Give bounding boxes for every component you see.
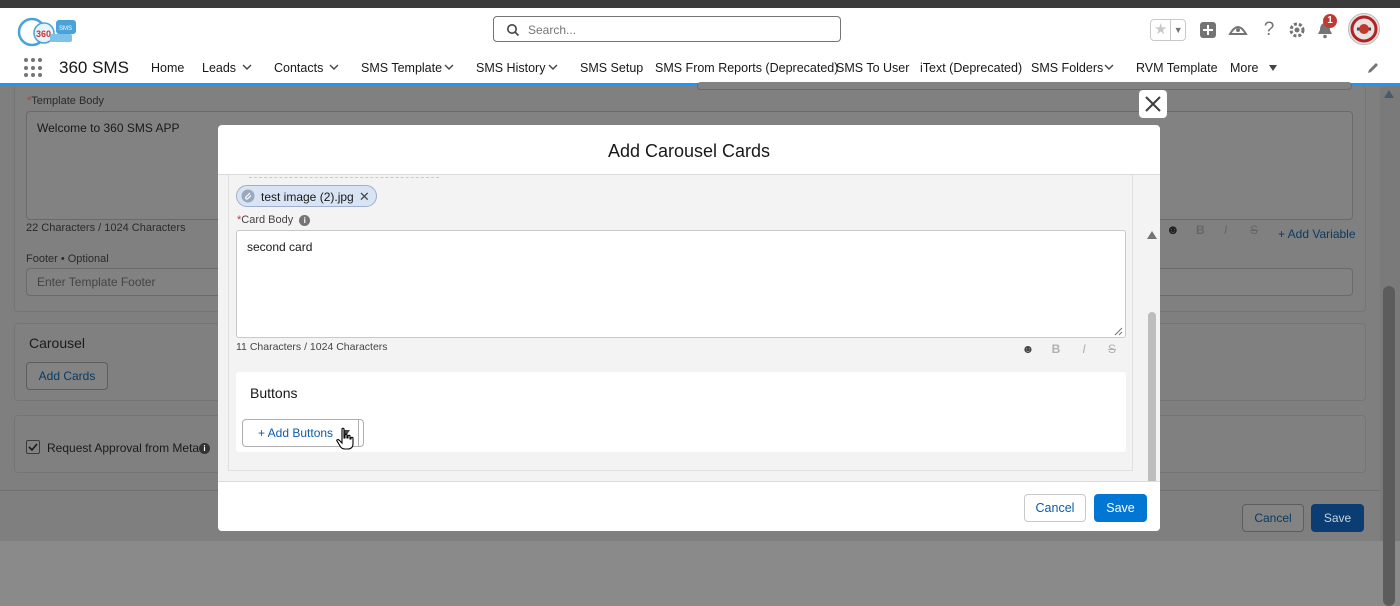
carousel-title: Carousel	[29, 335, 86, 351]
nav-item-more[interactable]: More	[1230, 61, 1258, 75]
nav-item-sms-to-user[interactable]: SMS To User	[836, 61, 909, 75]
modal-title: Add Carousel Cards	[607, 141, 771, 161]
request-approval-checkbox[interactable]	[26, 440, 40, 454]
svg-text:360: 360	[36, 29, 51, 39]
template-body-label: *Template Body	[27, 95, 105, 107]
nav-item-home[interactable]: Home	[151, 61, 184, 75]
footer-label: Footer • Optional	[26, 253, 109, 265]
top-field-edge	[697, 82, 1352, 90]
nav-item-sms-from-reports[interactable]: SMS From Reports (Deprecated)	[655, 61, 838, 75]
modal-save-button[interactable]: Save	[1094, 494, 1147, 522]
request-approval-label: Request Approval from Meta	[47, 441, 200, 455]
template-body-value: Welcome to 360 SMS APP	[37, 121, 180, 135]
trailhead-icon[interactable]	[1227, 19, 1249, 41]
italic-icon[interactable]: I	[1077, 342, 1091, 356]
gear-icon[interactable]	[1286, 19, 1308, 41]
card-body-label: *Card Body i	[237, 214, 311, 226]
paperclip-icon	[241, 189, 255, 203]
notification-badge: 1	[1323, 14, 1337, 28]
add-carousel-cards-modal: Add Carousel Cards test image (2).jpg ✕ …	[218, 125, 1160, 531]
page-scrollbar[interactable]	[1380, 86, 1400, 606]
chevron-down-icon[interactable]	[548, 62, 558, 72]
template-body-counter: 22 Characters / 1024 Characters	[26, 222, 186, 234]
checkmark-icon	[28, 443, 38, 452]
caret-down-icon[interactable]	[1268, 63, 1278, 73]
app-launcher-icon[interactable]	[24, 58, 44, 78]
window-top-strip	[0, 0, 1400, 8]
avatar[interactable]	[1348, 13, 1380, 45]
chevron-down-icon[interactable]	[242, 62, 252, 72]
nav-item-sms-template[interactable]: SMS Template	[361, 61, 442, 75]
nav-item-sms-setup[interactable]: SMS Setup	[580, 61, 643, 75]
remove-attachment-icon[interactable]: ✕	[359, 186, 370, 208]
info-icon: i	[299, 214, 311, 226]
strikethrough-icon[interactable]: S	[1250, 223, 1258, 237]
scroll-up-icon[interactable]	[1147, 231, 1157, 239]
add-icon[interactable]	[1197, 19, 1219, 41]
global-search[interactable]	[493, 16, 841, 42]
global-header: 360 SMS ★ ▼ ? 1	[0, 8, 1400, 52]
emoji-icon[interactable]: ☻	[1166, 222, 1180, 237]
nav-item-itext[interactable]: iText (Deprecated)	[920, 61, 1022, 75]
footer-placeholder: Enter Template Footer	[37, 275, 156, 289]
emoji-icon[interactable]: ☻	[1021, 342, 1035, 356]
info-icon: i	[199, 441, 210, 455]
nav-item-contacts[interactable]: Contacts	[274, 61, 323, 75]
search-input[interactable]	[526, 19, 830, 41]
page-scrollbar-thumb[interactable]	[1383, 286, 1395, 606]
navigation-bar: 360 SMS Home Leads Contacts SMS Template…	[0, 52, 1400, 86]
app-name: 360 SMS	[59, 58, 129, 77]
strikethrough-icon[interactable]: S	[1105, 342, 1119, 356]
add-cards-button[interactable]: Add Cards	[26, 362, 108, 390]
edit-nav-icon[interactable]	[1366, 61, 1380, 75]
page-cancel-button[interactable]: Cancel	[1242, 504, 1304, 532]
nav-item-rvm-template[interactable]: RVM Template	[1136, 61, 1218, 75]
attachment-pill[interactable]: test image (2).jpg ✕	[236, 185, 377, 207]
favorites-button[interactable]: ★ ▼	[1150, 19, 1186, 41]
chevron-down-icon[interactable]	[1104, 62, 1114, 72]
page-save-button[interactable]: Save	[1311, 504, 1364, 532]
svg-text:SMS: SMS	[59, 26, 72, 32]
italic-icon[interactable]: I	[1224, 223, 1227, 237]
nav-item-sms-folders[interactable]: SMS Folders	[1031, 61, 1103, 75]
hand-cursor-icon	[336, 427, 354, 450]
app-logo: 360 SMS	[17, 17, 76, 47]
buttons-section-title: Buttons	[250, 385, 298, 401]
search-icon	[507, 24, 520, 37]
modal-header: Add Carousel Cards	[218, 125, 1160, 175]
bold-icon[interactable]: B	[1049, 342, 1063, 356]
add-variable-link[interactable]: + Add Variable	[1278, 227, 1356, 241]
nav-item-leads[interactable]: Leads	[202, 61, 236, 75]
attachment-name: test image (2).jpg	[261, 190, 354, 204]
add-buttons-label: + Add Buttons	[258, 426, 334, 440]
chevron-down-icon[interactable]	[444, 62, 454, 72]
modal-cancel-button[interactable]: Cancel	[1024, 494, 1086, 522]
resize-grip-icon[interactable]	[1114, 327, 1123, 336]
upload-dropzone-edge	[249, 177, 439, 178]
card-body-textarea[interactable]: second card	[236, 230, 1126, 338]
star-icon: ★	[1151, 20, 1172, 40]
modal-footer: Cancel Save	[218, 481, 1160, 531]
modal-close-button[interactable]	[1139, 90, 1167, 118]
buttons-section: Buttons	[236, 372, 1126, 452]
help-icon[interactable]: ?	[1258, 19, 1280, 41]
bold-icon[interactable]: B	[1196, 223, 1205, 237]
chevron-down-icon: ▼	[1173, 25, 1183, 35]
close-icon	[1145, 96, 1161, 112]
chevron-down-icon[interactable]	[329, 62, 339, 72]
nav-item-sms-history[interactable]: SMS History	[476, 61, 545, 75]
split-divider	[358, 419, 363, 447]
scroll-up-icon[interactable]	[1384, 90, 1394, 98]
card-body-counter: 11 Characters / 1024 Characters	[236, 341, 388, 353]
